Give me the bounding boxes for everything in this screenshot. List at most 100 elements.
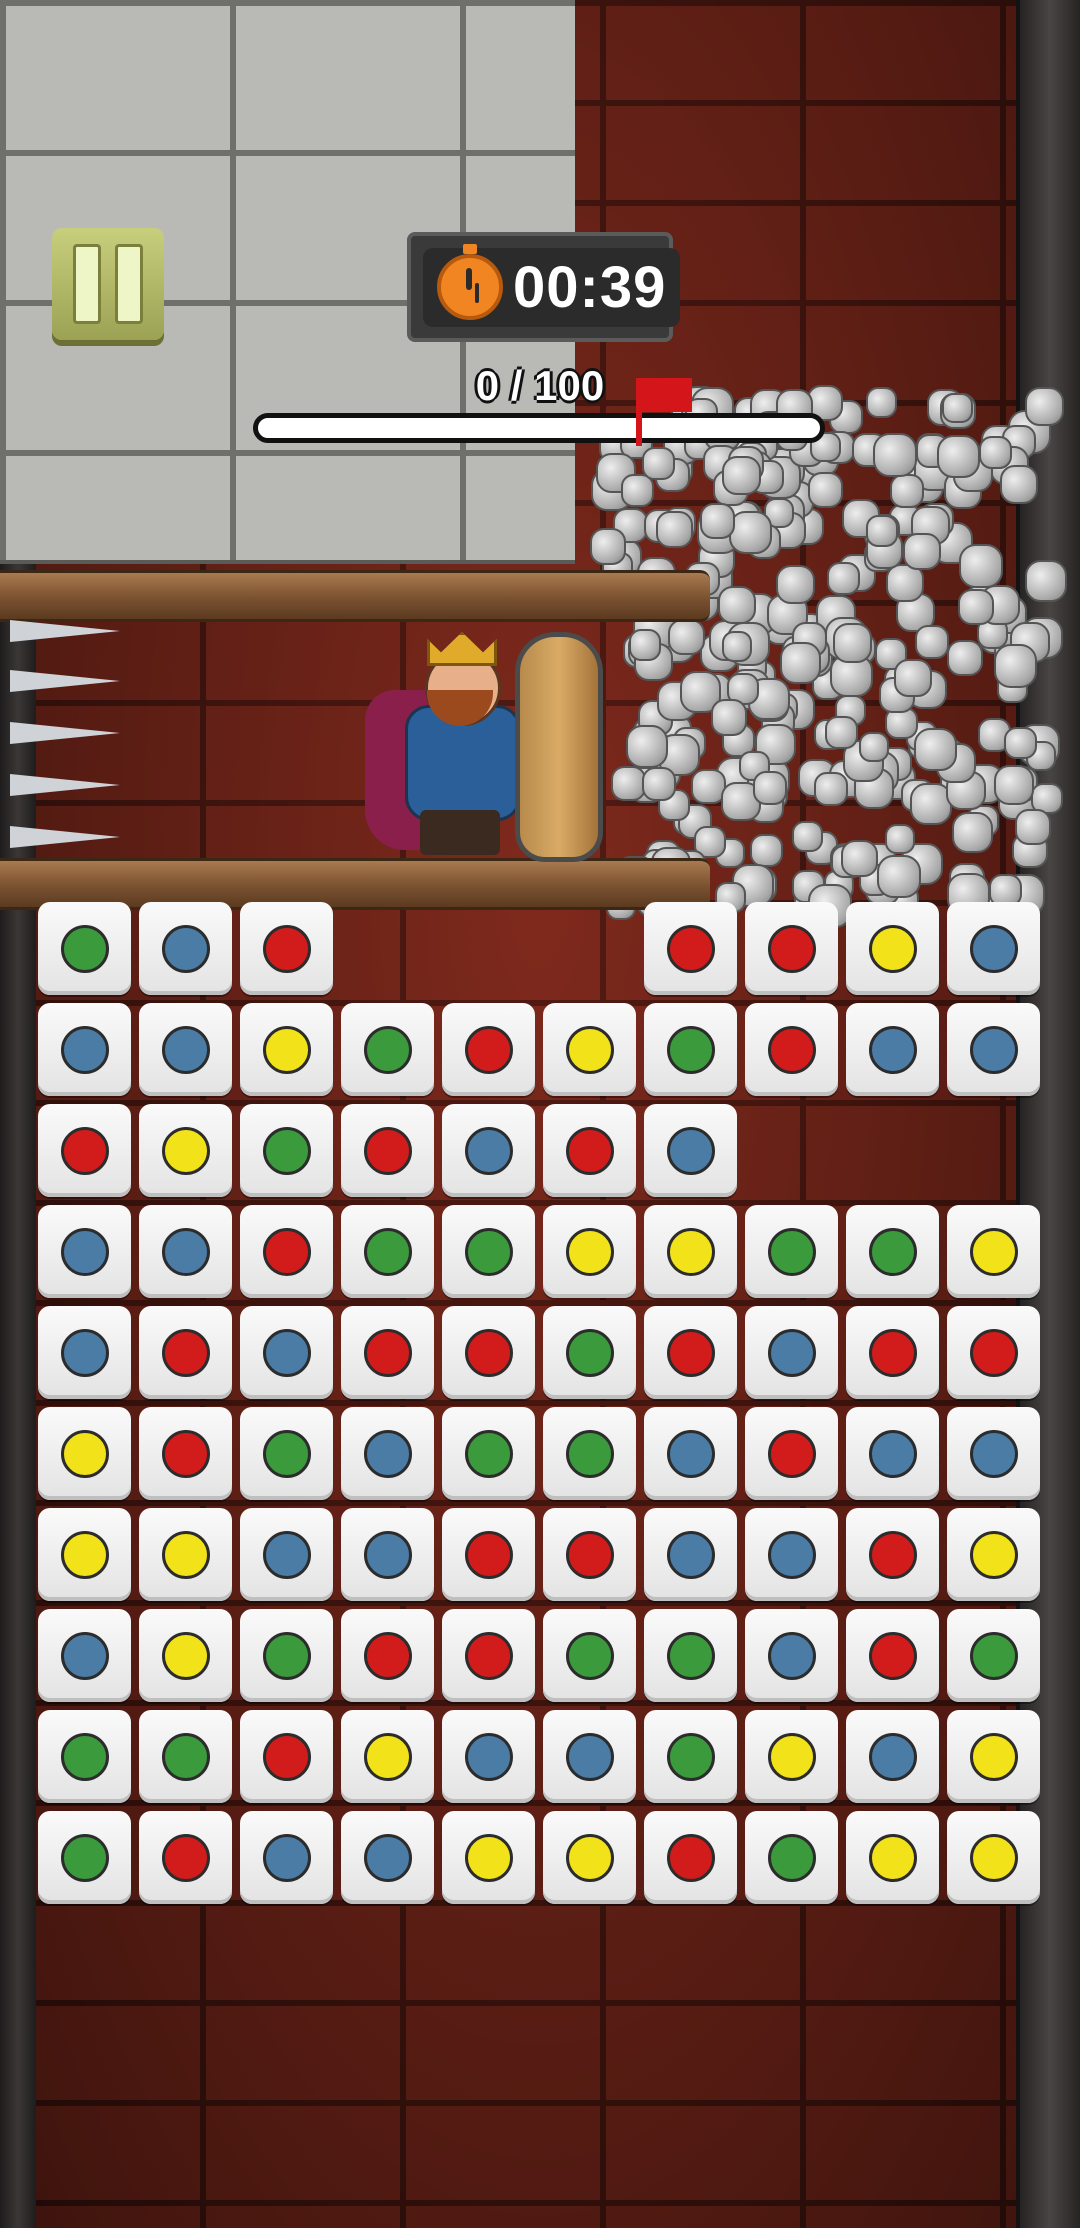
tile-face[interactable] bbox=[341, 1003, 434, 1096]
tile-face[interactable] bbox=[139, 1508, 232, 1601]
tile-blue[interactable] bbox=[341, 1407, 438, 1504]
tile-yellow[interactable] bbox=[38, 1407, 135, 1504]
tile-face[interactable] bbox=[745, 1407, 838, 1500]
tile-blue[interactable] bbox=[240, 1306, 337, 1403]
tile-face[interactable] bbox=[543, 1003, 636, 1096]
tile-red[interactable] bbox=[442, 1306, 539, 1403]
tile-blue[interactable] bbox=[341, 1811, 438, 1908]
tile-blue[interactable] bbox=[240, 1811, 337, 1908]
tile-face[interactable] bbox=[644, 1407, 737, 1500]
tile-face[interactable] bbox=[139, 902, 232, 995]
tile-face[interactable] bbox=[341, 1609, 434, 1702]
tile-face[interactable] bbox=[240, 1508, 333, 1601]
tile-face[interactable] bbox=[442, 1811, 535, 1904]
tile-face[interactable] bbox=[846, 1508, 939, 1601]
tile-face[interactable] bbox=[644, 1306, 737, 1399]
tile-face[interactable] bbox=[240, 902, 333, 995]
tile-red[interactable] bbox=[139, 1306, 236, 1403]
tile-face[interactable] bbox=[341, 1811, 434, 1904]
tile-face[interactable] bbox=[543, 1609, 636, 1702]
tile-blue[interactable] bbox=[644, 1508, 741, 1605]
tile-blue[interactable] bbox=[644, 1407, 741, 1504]
tile-face[interactable] bbox=[947, 1306, 1040, 1399]
tile-green[interactable] bbox=[139, 1710, 236, 1807]
tile-face[interactable] bbox=[745, 1811, 838, 1904]
tile-green[interactable] bbox=[38, 1710, 135, 1807]
tile-face[interactable] bbox=[341, 1508, 434, 1601]
tile-yellow[interactable] bbox=[341, 1710, 438, 1807]
tile-face[interactable] bbox=[38, 1710, 131, 1803]
tile-red[interactable] bbox=[139, 1811, 236, 1908]
tile-yellow[interactable] bbox=[947, 1205, 1044, 1302]
tile-red[interactable] bbox=[442, 1003, 539, 1100]
tile-face[interactable] bbox=[745, 1205, 838, 1298]
tile-yellow[interactable] bbox=[38, 1508, 135, 1605]
tile-green[interactable] bbox=[38, 1811, 135, 1908]
tile-yellow[interactable] bbox=[543, 1811, 640, 1908]
tile-face[interactable] bbox=[341, 1710, 434, 1803]
tile-yellow[interactable] bbox=[139, 1609, 236, 1706]
tile-face[interactable] bbox=[543, 1205, 636, 1298]
tile-red[interactable] bbox=[846, 1609, 943, 1706]
tile-face[interactable] bbox=[846, 1306, 939, 1399]
tile-face[interactable] bbox=[240, 1609, 333, 1702]
tile-green[interactable] bbox=[240, 1609, 337, 1706]
tile-face[interactable] bbox=[644, 1710, 737, 1803]
tile-blue[interactable] bbox=[38, 1003, 135, 1100]
tile-yellow[interactable] bbox=[240, 1003, 337, 1100]
tile-green[interactable] bbox=[644, 1003, 741, 1100]
tile-face[interactable] bbox=[38, 1508, 131, 1601]
tile-face[interactable] bbox=[139, 1003, 232, 1096]
tile-face[interactable] bbox=[38, 1003, 131, 1096]
tile-red[interactable] bbox=[442, 1508, 539, 1605]
tile-face[interactable] bbox=[947, 902, 1040, 995]
tile-face[interactable] bbox=[341, 1205, 434, 1298]
tile-green[interactable] bbox=[745, 1811, 842, 1908]
tile-green[interactable] bbox=[341, 1205, 438, 1302]
tile-face[interactable] bbox=[38, 1104, 131, 1197]
tile-face[interactable] bbox=[442, 1003, 535, 1096]
tile-face[interactable] bbox=[543, 1508, 636, 1601]
tile-face[interactable] bbox=[38, 1811, 131, 1904]
tile-face[interactable] bbox=[240, 1407, 333, 1500]
tile-face[interactable] bbox=[442, 1205, 535, 1298]
tile-face[interactable] bbox=[442, 1306, 535, 1399]
tile-face[interactable] bbox=[341, 1104, 434, 1197]
tile-green[interactable] bbox=[38, 902, 135, 999]
tile-face[interactable] bbox=[846, 1710, 939, 1803]
tile-face[interactable] bbox=[38, 1205, 131, 1298]
tile-face[interactable] bbox=[947, 1003, 1040, 1096]
tile-red[interactable] bbox=[341, 1609, 438, 1706]
tile-face[interactable] bbox=[745, 1003, 838, 1096]
tile-face[interactable] bbox=[240, 1710, 333, 1803]
tile-face[interactable] bbox=[139, 1104, 232, 1197]
tile-green[interactable] bbox=[543, 1407, 640, 1504]
tile-blue[interactable] bbox=[846, 1407, 943, 1504]
tile-face[interactable] bbox=[644, 902, 737, 995]
tile-red[interactable] bbox=[644, 902, 741, 999]
tile-red[interactable] bbox=[442, 1609, 539, 1706]
tile-face[interactable] bbox=[543, 1407, 636, 1500]
tile-blue[interactable] bbox=[846, 1003, 943, 1100]
tile-face[interactable] bbox=[442, 1104, 535, 1197]
tile-blue[interactable] bbox=[240, 1508, 337, 1605]
tile-face[interactable] bbox=[745, 902, 838, 995]
tile-blue[interactable] bbox=[139, 1003, 236, 1100]
tile-green[interactable] bbox=[947, 1609, 1044, 1706]
tile-face[interactable] bbox=[745, 1306, 838, 1399]
tile-face[interactable] bbox=[240, 1306, 333, 1399]
tile-face[interactable] bbox=[341, 1407, 434, 1500]
tile-face[interactable] bbox=[139, 1710, 232, 1803]
tile-face[interactable] bbox=[139, 1609, 232, 1702]
tile-face[interactable] bbox=[38, 1609, 131, 1702]
tile-face[interactable] bbox=[644, 1811, 737, 1904]
tile-red[interactable] bbox=[139, 1407, 236, 1504]
tile-face[interactable] bbox=[543, 1306, 636, 1399]
tile-face[interactable] bbox=[543, 1104, 636, 1197]
tile-green[interactable] bbox=[846, 1205, 943, 1302]
tile-face[interactable] bbox=[846, 1205, 939, 1298]
tile-yellow[interactable] bbox=[543, 1205, 640, 1302]
tile-blue[interactable] bbox=[644, 1104, 741, 1201]
tile-red[interactable] bbox=[543, 1104, 640, 1201]
tile-red[interactable] bbox=[341, 1306, 438, 1403]
